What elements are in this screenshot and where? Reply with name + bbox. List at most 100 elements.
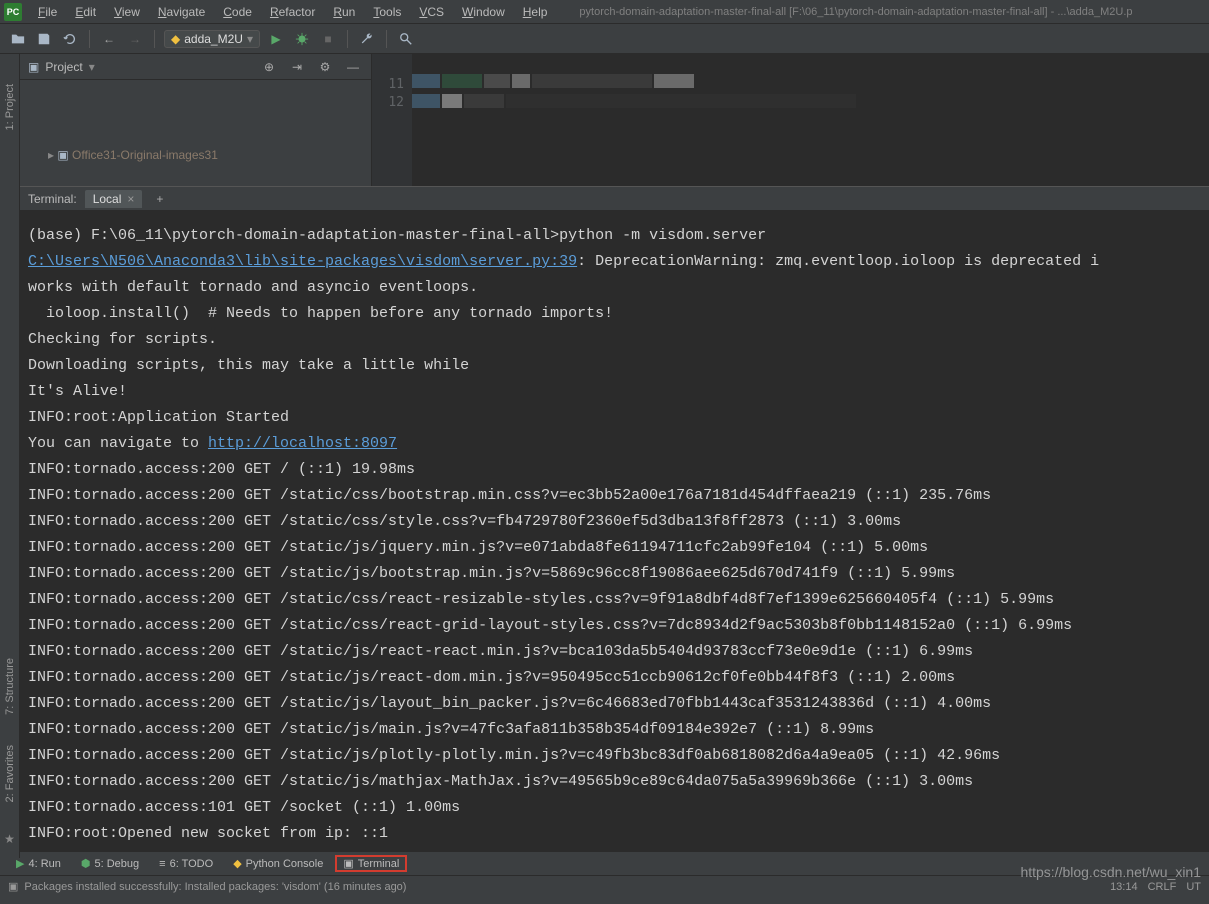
separator [386,30,387,48]
project-tree[interactable]: ▸ ▣ Office31-Original-images31 [20,80,371,186]
target-icon[interactable]: ⊕ [259,57,279,77]
terminal-link[interactable]: http://localhost:8097 [208,435,397,452]
forward-icon[interactable]: → [125,29,145,49]
stop-icon[interactable]: ■ [318,29,338,49]
content-area: 1: Project ▣ Project ▾ ⊕ ⇥ ⚙ — ▸ ▣ Offic… [0,54,1209,186]
sidebar-tab-structure[interactable]: 7: Structure [4,658,16,715]
status-encoding: UT [1186,881,1201,893]
terminal-line: works with default tornado and asyncio e… [28,275,1201,301]
open-icon[interactable] [8,29,28,49]
bottom-python-console-button[interactable]: ◆ Python Console [225,855,331,872]
wrench-icon[interactable] [357,29,377,49]
terminal-line: INFO:root:Opened new socket from ip: ::1 [28,821,1201,847]
folder-icon: ▣ [28,60,39,74]
terminal-text: : DeprecationWarning: zmq.eventloop.iolo… [577,253,1099,270]
minimize-icon[interactable]: — [343,57,363,77]
terminal-line: INFO:tornado.access:200 GET /static/js/p… [28,743,1201,769]
bottom-terminal-button[interactable]: ▣ Terminal [335,855,407,872]
menu-refactor[interactable]: Refactor [262,3,323,21]
line-number: 12 [372,94,404,112]
sidebar-tab-project[interactable]: 1: Project [4,84,16,130]
project-panel: ▣ Project ▾ ⊕ ⇥ ⚙ — ▸ ▣ Office31-Origina… [20,54,372,186]
terminal-line: INFO:tornado.access:200 GET / (::1) 19.9… [28,457,1201,483]
status-message: Packages installed successfully: Install… [24,881,406,893]
editor-gutter: 11 12 [372,54,412,186]
terminal-label: Terminal: [28,192,77,206]
bottom-debug-label: 5: Debug [95,858,140,870]
terminal-line: (base) F:\06_11\pytorch-domain-adaptatio… [28,223,1201,249]
left-sidebar-lower: 7: Structure 2: Favorites ★ [0,186,20,858]
bottom-debug-button[interactable]: ⬢ 5: Debug [73,855,147,872]
left-gutter: 1: Project [0,54,20,186]
close-icon[interactable]: × [127,192,134,206]
terminal-line: Downloading scripts, this may take a lit… [28,353,1201,379]
tree-item[interactable]: ▸ ▣ Office31-Original-images31 [28,146,363,164]
menu-edit[interactable]: Edit [67,3,104,21]
main-menu: FileEditViewNavigateCodeRefactorRunTools… [30,3,555,21]
bug-icon: ⬢ [81,857,91,870]
terminal-line: INFO:tornado.access:101 GET /socket (::1… [28,795,1201,821]
play-icon: ▶ [16,857,24,870]
titlebar: PC FileEditViewNavigateCodeRefactorRunTo… [0,0,1209,24]
status-line-ending: CRLF [1148,881,1177,893]
terminal-line: C:\Users\N506\Anaconda3\lib\site-package… [28,249,1201,275]
bottom-todo-label: 6: TODO [170,858,214,870]
terminal-link[interactable]: C:\Users\N506\Anaconda3\lib\site-package… [28,253,577,270]
menu-run[interactable]: Run [325,3,363,21]
menu-vcs[interactable]: VCS [411,3,452,21]
menu-file[interactable]: File [30,3,65,21]
menu-tools[interactable]: Tools [365,3,409,21]
terminal-panel: Terminal: Local × + (base) F:\06_11\pyto… [20,186,1209,851]
terminal-line: INFO:tornado.access:200 GET /static/js/b… [28,561,1201,587]
chevron-down-icon: ▾ [247,32,253,46]
list-icon: ≡ [159,858,165,870]
main-toolbar: ← → ◆ adda_M2U ▾ ▶ ■ [0,24,1209,54]
refresh-icon[interactable] [60,29,80,49]
terminal-line: INFO:tornado.access:200 GET /static/css/… [28,613,1201,639]
terminal-line: Checking for scripts. [28,327,1201,353]
terminal-line: It's Alive! [28,379,1201,405]
separator [154,30,155,48]
menu-window[interactable]: Window [454,3,513,21]
collapse-icon[interactable]: ⇥ [287,57,307,77]
terminal-line: INFO:tornado.access:200 GET /static/js/m… [28,769,1201,795]
run-config-selector[interactable]: ◆ adda_M2U ▾ [164,30,260,48]
debug-icon[interactable] [292,29,312,49]
project-panel-header: ▣ Project ▾ ⊕ ⇥ ⚙ — [20,54,371,80]
menu-view[interactable]: View [106,3,148,21]
run-icon[interactable]: ▶ [266,29,286,49]
terminal-tab-local[interactable]: Local × [85,190,143,208]
terminal-output[interactable]: (base) F:\06_11\pytorch-domain-adaptatio… [20,211,1209,851]
menu-navigate[interactable]: Navigate [150,3,213,21]
star-icon: ★ [4,832,15,846]
chevron-down-icon[interactable]: ▾ [89,60,95,74]
terminal-line: INFO:tornado.access:200 GET /static/css/… [28,509,1201,535]
chevron-right-icon: ▸ [48,148,57,162]
menu-code[interactable]: Code [215,3,260,21]
editor-body[interactable] [412,54,1209,186]
save-icon[interactable] [34,29,54,49]
terminal-line: INFO:tornado.access:200 GET /static/js/l… [28,691,1201,717]
terminal-line: INFO:tornado.access:200 GET /static/js/r… [28,665,1201,691]
editor-area[interactable]: 11 12 [372,54,1209,186]
back-icon[interactable]: ← [99,29,119,49]
python-icon: ◆ [171,32,180,46]
gear-icon[interactable]: ⚙ [315,57,335,77]
separator [89,30,90,48]
add-terminal-icon[interactable]: + [150,192,169,206]
status-icon: ▣ [8,880,18,893]
sidebar-tab-favorites[interactable]: 2: Favorites [4,745,16,802]
menu-help[interactable]: Help [515,3,556,21]
search-icon[interactable] [396,29,416,49]
window-title: pytorch-domain-adaptation-master-final-a… [579,6,1132,18]
terminal-line: INFO:root:Application Started [28,405,1201,431]
folder-icon: ▣ [57,148,72,162]
bottom-run-label: 4: Run [28,858,60,870]
terminal-tabs: Terminal: Local × + [20,187,1209,211]
separator [347,30,348,48]
bottom-todo-button[interactable]: ≡ 6: TODO [151,856,221,872]
bottom-terminal-label: Terminal [358,858,400,870]
python-icon: ◆ [233,857,241,870]
pycharm-logo-icon: PC [4,3,22,21]
project-panel-title: Project [45,60,82,74]
